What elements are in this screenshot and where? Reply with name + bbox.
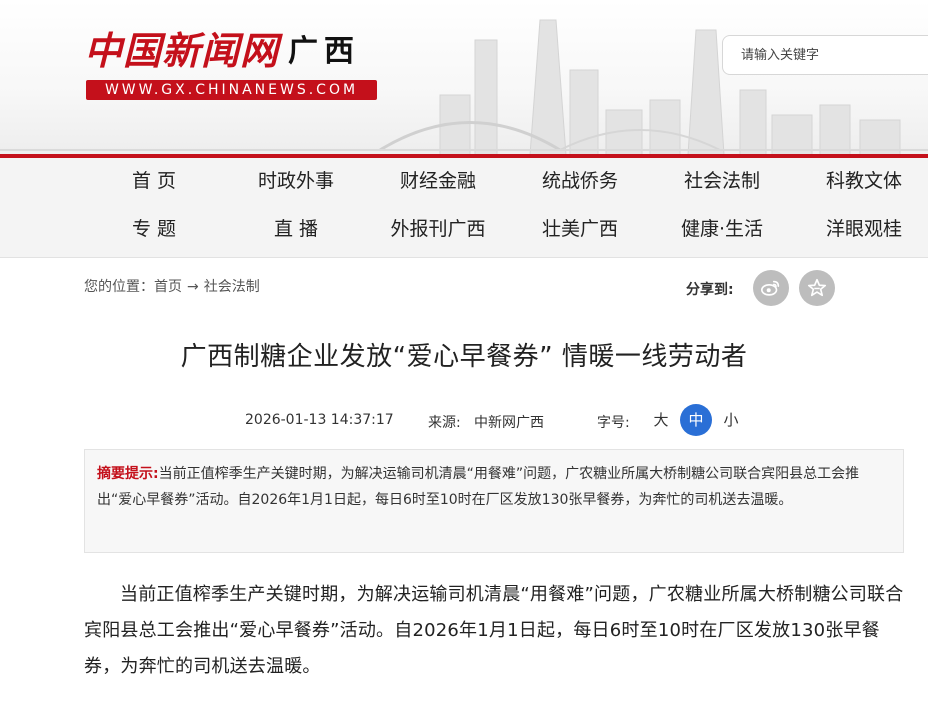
nav-row-secondary: 专 题 直 播 外报刊广西 壮美广西 健康·生活 洋眼观桂 (0, 206, 928, 252)
nav-item-topics[interactable]: 专 题 (89, 206, 219, 252)
article-source-label: 来源: (428, 415, 461, 431)
nav-item-finance[interactable]: 财经金融 (373, 158, 503, 204)
nav-item-live[interactable]: 直 播 (231, 206, 361, 252)
article-summary-box: 摘要提示:当前正值榨季生产关键时期，为解决运输司机清晨“用餐难”问题，广农糖业所… (84, 449, 904, 553)
breadcrumb-section-link[interactable]: 社会法制 (204, 279, 260, 295)
site-logo-region[interactable]: 广西 (288, 26, 360, 70)
site-header: 中国新闻网 广西 WWW.GX.CHINANEWS.COM (0, 0, 928, 158)
nav-item-society-law[interactable]: 社会法制 (657, 158, 787, 204)
font-size-label: 字号: (597, 415, 630, 431)
article-paragraph: 当前正值榨季生产关键时期，为解决运输司机清晨“用餐难”问题，广农糖业所属大桥制糖… (84, 584, 904, 677)
font-size-large-option[interactable]: 大 (645, 404, 677, 436)
weibo-share-button[interactable] (753, 270, 789, 306)
nav-item-home[interactable]: 首 页 (89, 158, 219, 204)
main-navigation: 首 页 时政外事 财经金融 统战侨务 社会法制 科教文体 专 题 直 播 外报刊… (0, 158, 928, 258)
share-label: 分享到: (686, 282, 734, 298)
nav-item-foreign-view[interactable]: 洋眼观桂 (799, 206, 928, 252)
nav-item-united-front[interactable]: 统战侨务 (515, 158, 645, 204)
weibo-icon (761, 280, 780, 296)
breadcrumb-home-link[interactable]: 首页 (154, 279, 182, 295)
nav-item-politics[interactable]: 时政外事 (231, 158, 361, 204)
search-input[interactable] (722, 35, 928, 75)
nav-item-foreign-press[interactable]: 外报刊广西 (373, 206, 503, 252)
site-logo-chinese[interactable]: 中国新闻网 (84, 20, 279, 75)
summary-text: 当前正值榨季生产关键时期，为解决运输司机清晨“用餐难”问题，广农糖业所属大桥制糖… (97, 466, 860, 508)
nav-item-beautiful-guangxi[interactable]: 壮美广西 (515, 206, 645, 252)
article-source-link[interactable]: 中新网广西 (474, 412, 544, 432)
nav-item-health-life[interactable]: 健康·生活 (657, 206, 787, 252)
breadcrumb-prefix: 您的位置： (84, 279, 154, 295)
font-size-small-option[interactable]: 小 (715, 404, 747, 436)
font-size-medium-option[interactable]: 中 (680, 404, 712, 436)
article-datetime: 2026-01-13 14:37:17 (245, 412, 394, 428)
summary-label: 摘要提示: (97, 466, 159, 482)
nav-row-primary: 首 页 时政外事 财经金融 统战侨务 社会法制 科教文体 (0, 158, 928, 204)
star-favorite-icon (807, 278, 827, 297)
favorite-share-button[interactable] (799, 270, 835, 306)
breadcrumb-arrow: → (187, 279, 199, 295)
site-logo-url[interactable]: WWW.GX.CHINANEWS.COM (86, 80, 377, 100)
breadcrumb: 您的位置：首页 → 社会法制 (84, 276, 260, 296)
article-title: 广西制糖企业发放“爱心早餐券” 情暖一线劳动者 (180, 342, 748, 372)
nav-item-culture[interactable]: 科教文体 (799, 158, 928, 204)
